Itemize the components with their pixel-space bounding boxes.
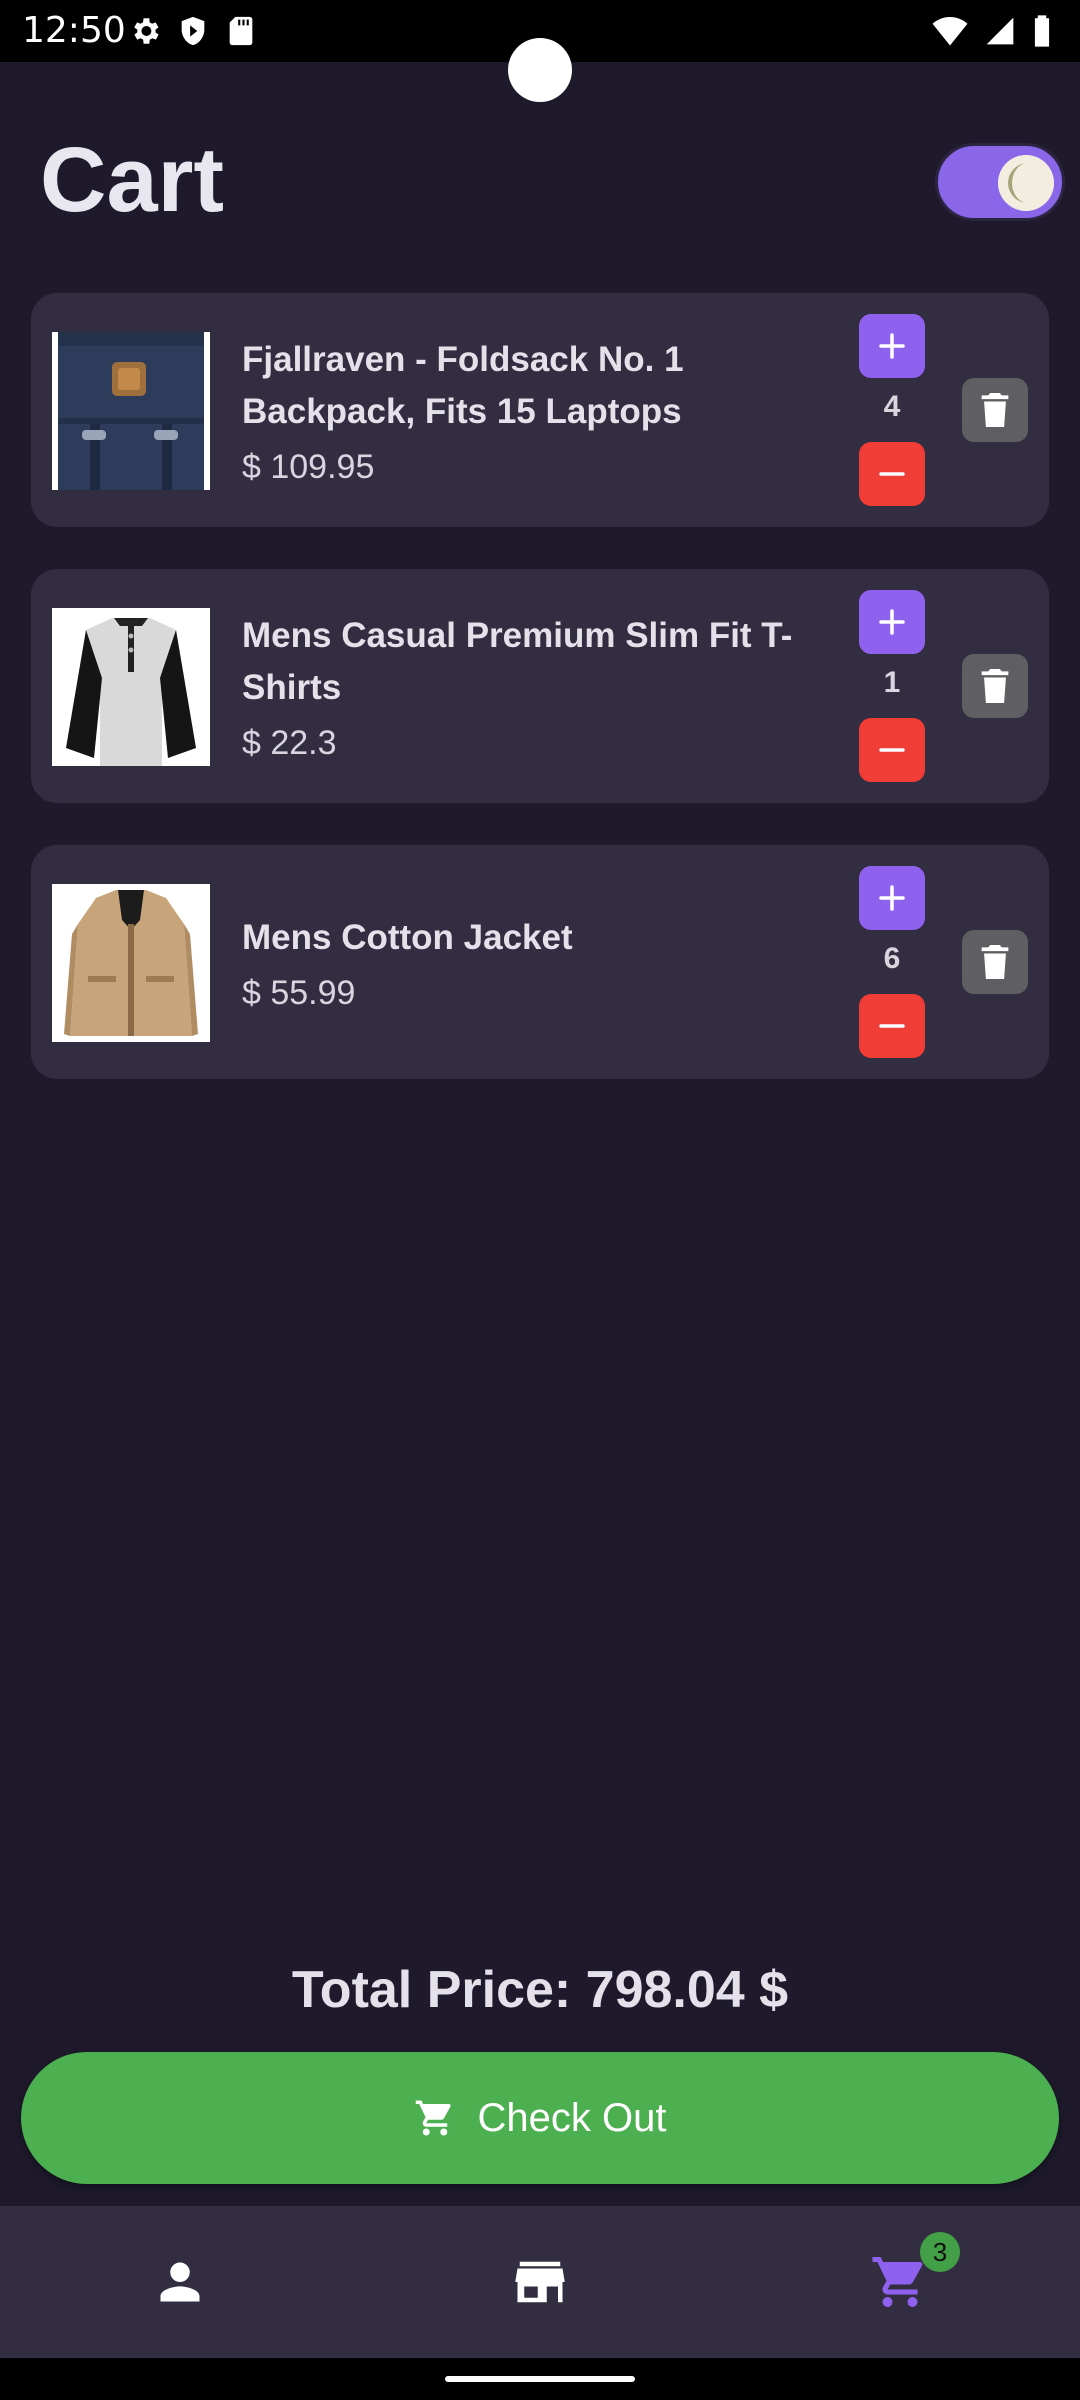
decrease-quantity-button[interactable] — [859, 994, 925, 1058]
cart-icon — [415, 2100, 451, 2136]
home-indicator[interactable] — [445, 2376, 635, 2382]
item-info: Mens Cotton Jacket $ 55.99 — [242, 845, 852, 1079]
status-icons-left — [128, 14, 258, 48]
page-title: Cart — [40, 129, 225, 231]
bottom-nav: 3 — [0, 2206, 1080, 2358]
quantity-value: 4 — [883, 390, 901, 423]
cart-badge: 3 — [920, 2232, 960, 2272]
cart-list: Fjallraven - Foldsack No. 1 Backpack, Fi… — [31, 293, 1049, 1121]
item-info: Fjallraven - Foldsack No. 1 Backpack, Fi… — [242, 293, 852, 527]
item-name: Mens Cotton Jacket — [242, 917, 573, 957]
cart-item: Mens Casual Premium Slim Fit T-Shirts $ … — [31, 569, 1049, 803]
plus-icon — [879, 609, 905, 635]
delete-item-button[interactable] — [962, 378, 1028, 442]
nav-item-cart[interactable]: 3 — [720, 2206, 1080, 2358]
quantity-value: 1 — [883, 666, 901, 699]
item-name: Mens Casual Premium Slim Fit T-Shirts — [242, 615, 793, 707]
decrease-quantity-button[interactable] — [859, 442, 925, 506]
product-image — [52, 608, 210, 766]
quantity-stepper: 4 — [859, 314, 925, 506]
delete-item-button[interactable] — [962, 654, 1028, 718]
store-icon — [515, 2261, 565, 2303]
shield-icon — [181, 16, 205, 46]
quantity-stepper: 1 — [859, 590, 925, 782]
item-info: Mens Casual Premium Slim Fit T-Shirts $ … — [242, 569, 852, 803]
item-price: $ 22.3 — [242, 723, 337, 762]
trash-icon — [981, 945, 1009, 979]
quantity-value: 6 — [883, 942, 901, 975]
plus-icon — [879, 333, 905, 359]
wifi-icon — [932, 17, 968, 46]
minus-icon — [879, 1024, 905, 1028]
theme-toggle[interactable] — [935, 143, 1065, 221]
cart-item: Fjallraven - Foldsack No. 1 Backpack, Fi… — [31, 293, 1049, 527]
cart-item: Mens Cotton Jacket $ 55.99 6 — [31, 845, 1049, 1079]
status-icons-right — [932, 14, 1052, 48]
quantity-stepper: 6 — [859, 866, 925, 1058]
product-image — [52, 332, 210, 490]
item-price: $ 55.99 — [242, 973, 356, 1012]
cart-icon — [872, 2257, 923, 2307]
item-price: $ 109.95 — [242, 447, 375, 486]
settings-icon — [134, 18, 159, 44]
increase-quantity-button[interactable] — [859, 590, 925, 654]
total-price: Total Price: 798.04 $ — [291, 1961, 789, 2019]
checkout-label: Check Out — [477, 2095, 667, 2140]
nav-item-store[interactable] — [360, 2206, 720, 2358]
moon-icon — [998, 155, 1054, 211]
decrease-quantity-button[interactable] — [859, 718, 925, 782]
nav-item-profile[interactable] — [0, 2206, 360, 2358]
plus-icon — [879, 885, 905, 911]
trash-icon — [981, 669, 1009, 703]
item-name: Fjallraven - Foldsack No. 1 Backpack, Fi… — [242, 339, 684, 431]
camera-cutout — [508, 38, 572, 102]
minus-icon — [879, 472, 905, 476]
minus-icon — [879, 748, 905, 752]
delete-item-button[interactable] — [962, 930, 1028, 994]
status-time: 12:50 — [22, 10, 126, 51]
increase-quantity-button[interactable] — [859, 866, 925, 930]
signal-icon — [986, 17, 1014, 45]
sd-card-icon — [229, 16, 253, 46]
checkout-button[interactable]: Check Out — [21, 2052, 1059, 2184]
trash-icon — [981, 393, 1009, 427]
battery-icon — [1034, 15, 1050, 47]
person-icon — [160, 2262, 200, 2302]
product-image — [52, 884, 210, 1042]
increase-quantity-button[interactable] — [859, 314, 925, 378]
